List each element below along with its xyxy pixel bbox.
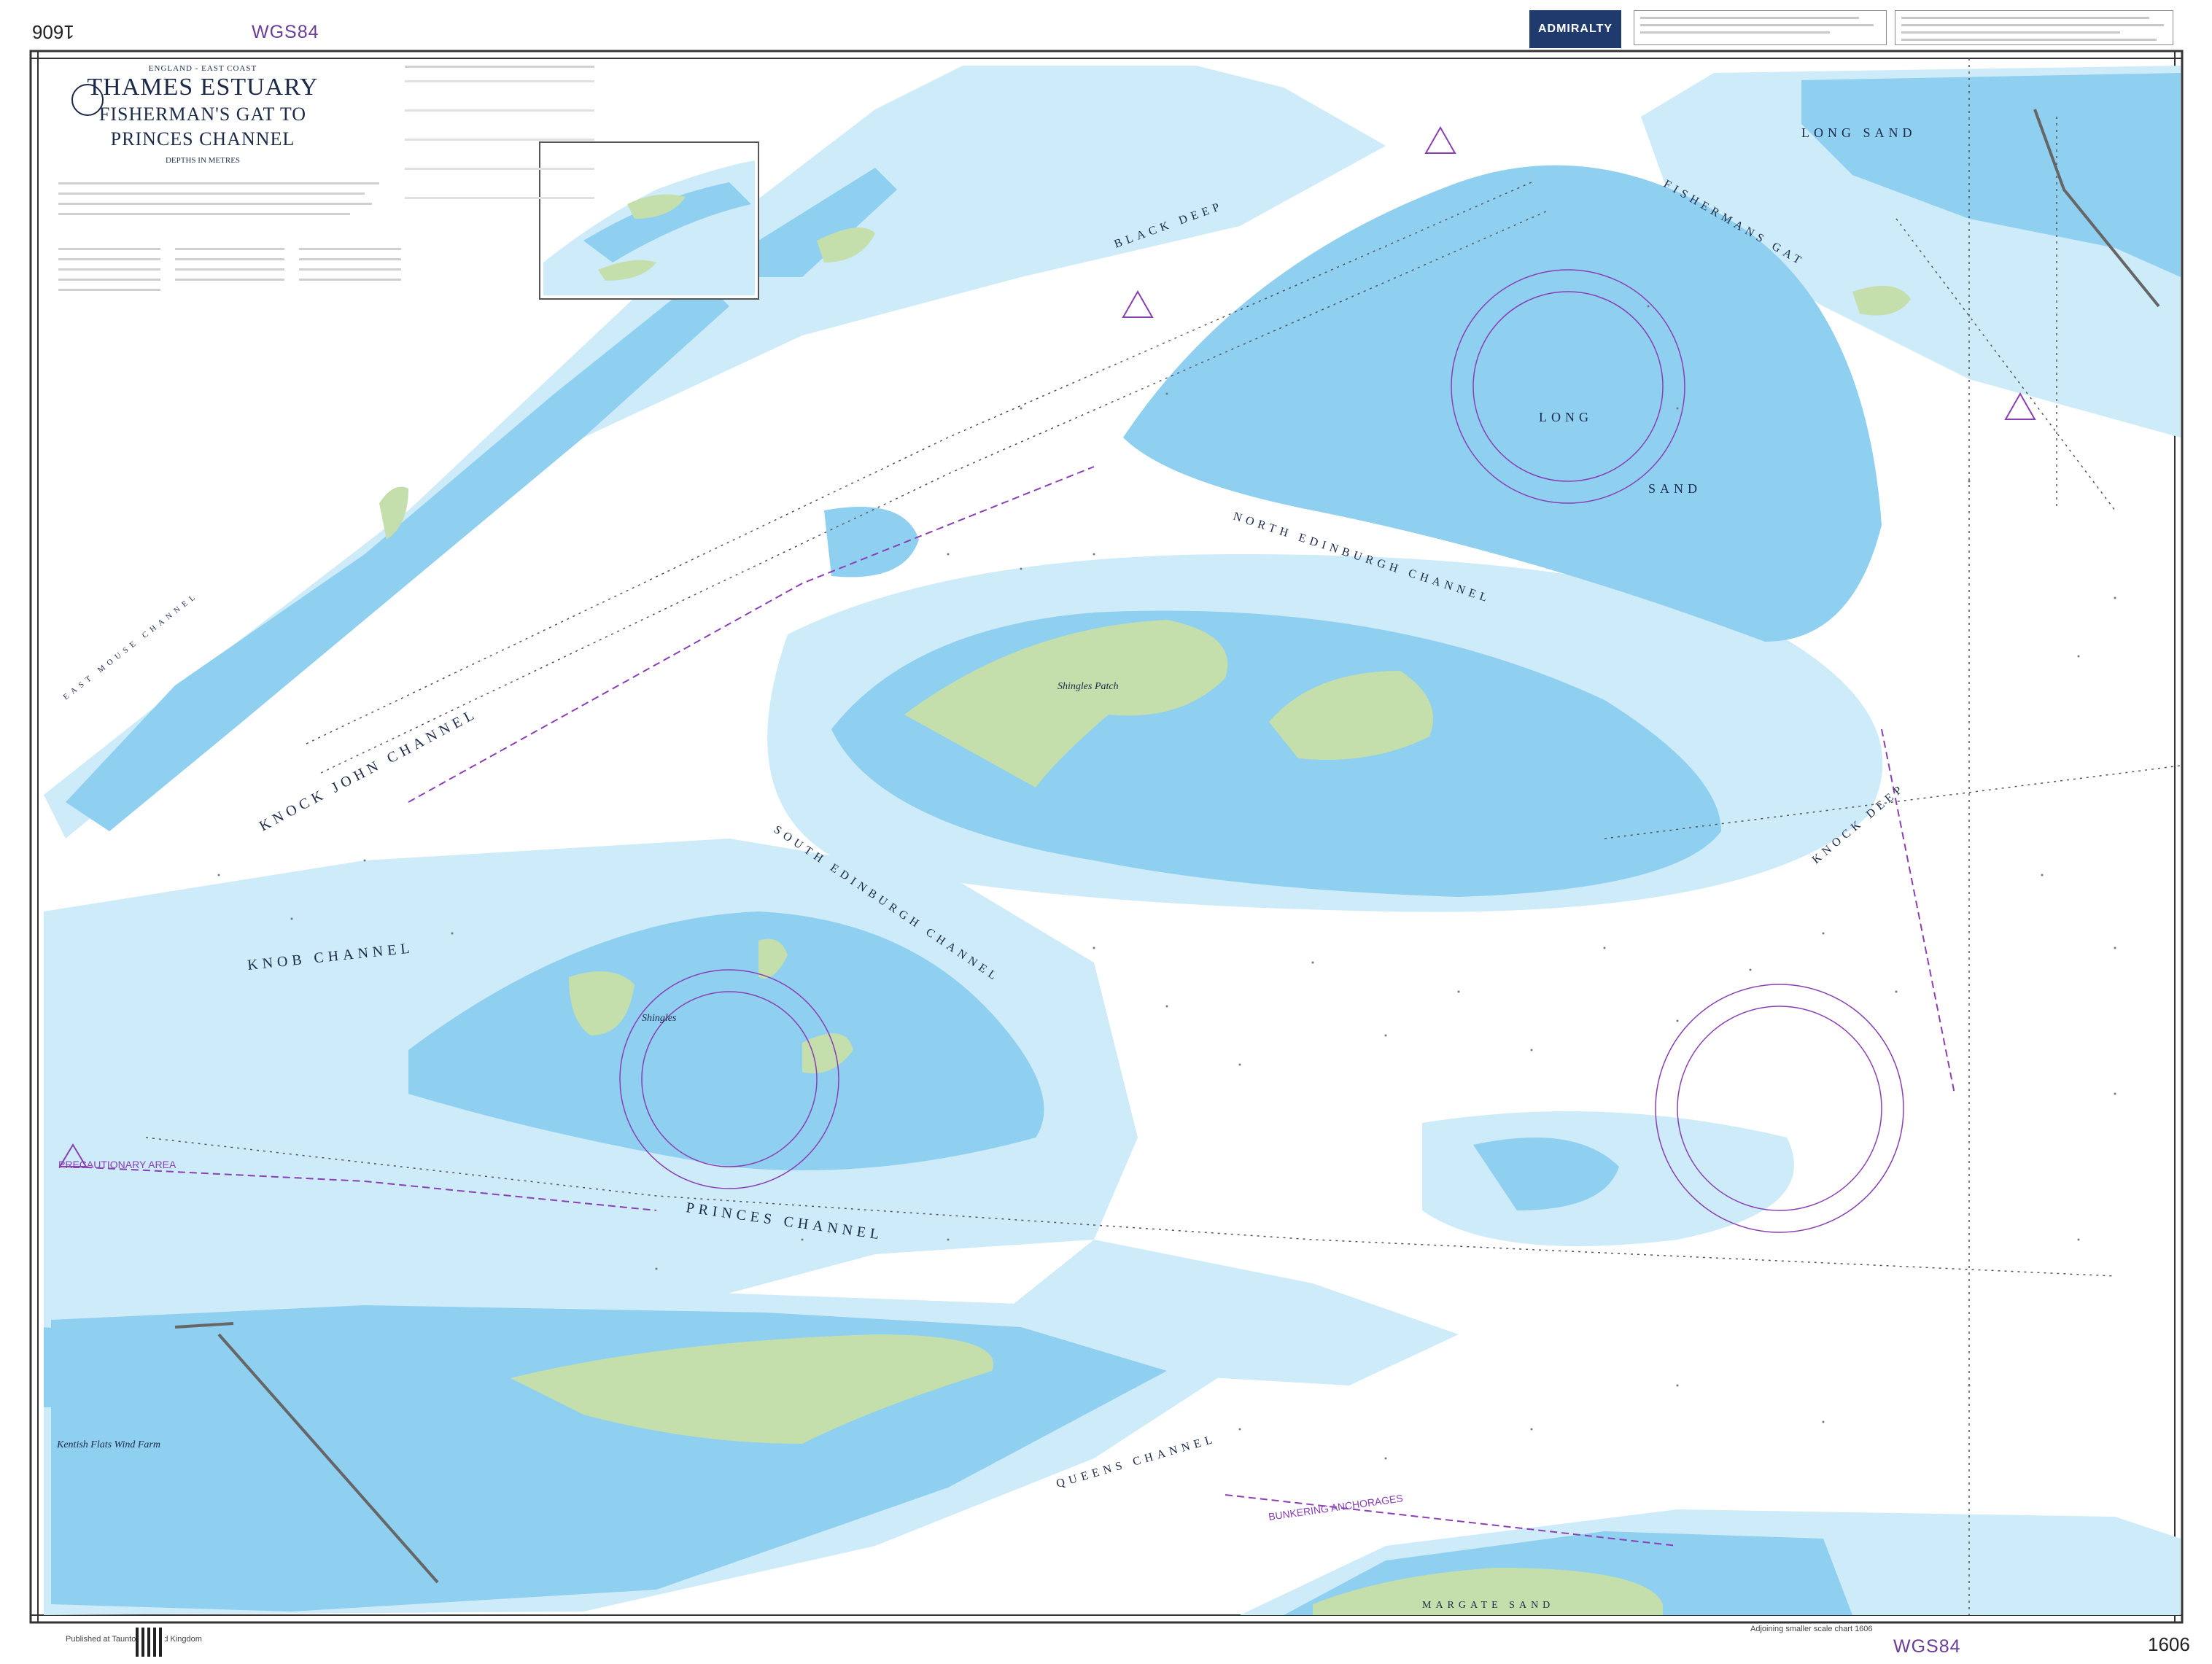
label-sand: SAND — [1648, 481, 1701, 496]
label-shingles: Shingles — [642, 1013, 677, 1024]
datum-label-bottom: WGS84 — [1893, 1636, 1961, 1657]
publications-notice-box — [1895, 10, 2173, 45]
label-long-sand-ne: LONG SAND — [1801, 125, 1917, 140]
title-depths: DEPTHS IN METRES — [165, 156, 241, 165]
tidal-table — [405, 66, 602, 445]
title-region: ENGLAND - EAST COAST — [148, 64, 257, 73]
chart-number-inverted: 1606 — [32, 21, 74, 43]
label-margate-sand: MARGATE SAND — [1422, 1600, 1554, 1611]
footer-adjoining: Adjoining smaller scale chart 1606 — [1750, 1625, 1873, 1633]
qr-code-icon — [136, 1628, 165, 1657]
copyright-notes-box — [1634, 10, 1887, 45]
label-kentish-flats: Kentish Flats Wind Farm — [56, 1439, 160, 1450]
title-main: THAMES ESTUARY — [87, 74, 319, 101]
label-shingles-patch: Shingles Patch — [1058, 681, 1119, 692]
chart-number: 1606 — [2148, 1633, 2190, 1655]
chart-notes — [58, 182, 401, 459]
chart-title-block: ENGLAND - EAST COAST THAMES ESTUARY FISH… — [64, 64, 341, 165]
admiralty-logo: ADMIRALTY — [1529, 10, 1621, 48]
chart-sheet: { "chart": { "number": "1606", "number_i… — [0, 0, 2212, 1664]
label-precautionary: PRECAUTIONARY AREA — [58, 1159, 176, 1170]
footer-publisher: Published at Taunton, United Kingdom — [66, 1635, 202, 1644]
datum-label-top: WGS84 — [252, 22, 319, 42]
title-sub-1: FISHERMAN'S GAT TO — [98, 104, 307, 125]
title-sub-2: PRINCES CHANNEL — [110, 128, 295, 149]
label-long: LONG — [1539, 410, 1593, 424]
crest-icon — [71, 84, 104, 116]
